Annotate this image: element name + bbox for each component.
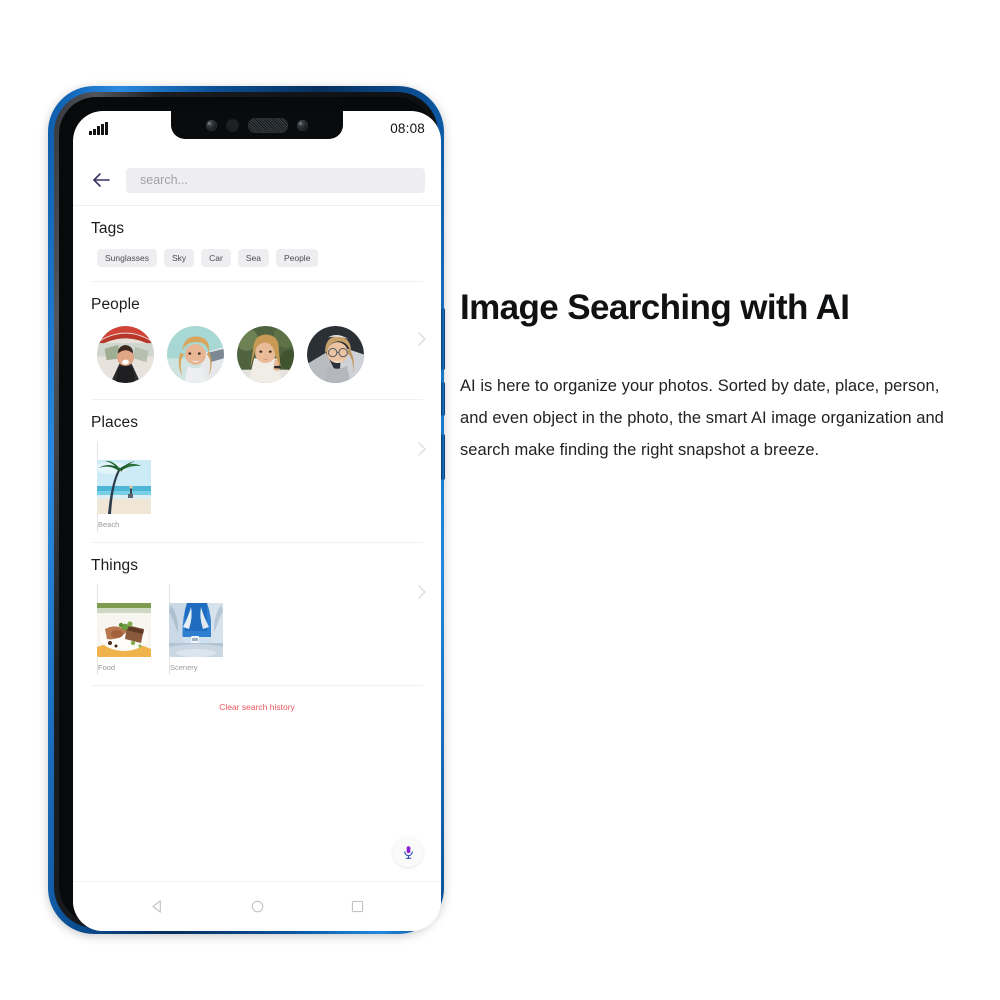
section-title-tags: Tags <box>91 220 125 237</box>
marketing-copy: Image Searching with AI AI is here to or… <box>460 288 960 466</box>
tag-chip[interactable]: Sunglasses <box>97 249 157 267</box>
copy-body: AI is here to organize your photos. Sort… <box>460 377 944 459</box>
secondary-camera-icon <box>297 119 308 131</box>
section-title-places: Places <box>91 414 139 431</box>
person-avatar-4[interactable] <box>307 326 364 383</box>
person-avatar-1[interactable] <box>97 326 154 383</box>
tag-chip[interactable]: People <box>275 249 319 267</box>
back-arrow-icon[interactable] <box>89 167 115 193</box>
phone-screen: 08:08 search... Tags Sunglasses Sky Car … <box>73 111 441 931</box>
phone-inner-bezel: 08:08 search... Tags Sunglasses Sky Car … <box>59 97 441 931</box>
chevron-right-icon[interactable] <box>415 328 429 350</box>
things-tile-row: Food Scenery <box>91 575 423 685</box>
phone-device-frame: 08:08 search... Tags Sunglasses Sky Car … <box>48 86 445 934</box>
thing-tile-food[interactable]: Food <box>97 584 151 675</box>
nav-home-circle-icon[interactable] <box>243 893 271 921</box>
voice-search-button[interactable] <box>393 837 423 867</box>
thing-tile-label: Scenery <box>170 663 198 672</box>
copy-heading: Image Searching with AI <box>460 288 850 327</box>
places-tile-row: Beach <box>91 432 423 542</box>
people-avatar-row <box>91 314 423 399</box>
cellular-signal-icon <box>89 121 108 135</box>
status-bar-clock: 08:08 <box>390 120 425 136</box>
tag-chip[interactable]: Sky <box>163 249 195 267</box>
person-avatar-3[interactable] <box>237 326 294 383</box>
volume-up-button[interactable] <box>441 308 445 370</box>
display-notch <box>171 111 343 139</box>
section-title-things: Things <box>91 557 139 574</box>
section-title-people: People <box>91 296 140 313</box>
clear-search-history-button[interactable]: Clear search history <box>73 686 441 712</box>
android-navigation-bar <box>73 881 441 931</box>
earpiece-speaker-icon <box>248 117 288 133</box>
nav-recents-square-icon[interactable] <box>343 893 371 921</box>
phone-bezel: 08:08 search... Tags Sunglasses Sky Car … <box>54 92 441 931</box>
place-tile-beach[interactable]: Beach <box>97 441 151 532</box>
thing-tile-scenery[interactable]: Scenery <box>169 584 223 675</box>
thing-tile-label: Food <box>98 663 116 672</box>
chevron-right-icon[interactable] <box>415 438 429 460</box>
power-button[interactable] <box>441 434 445 480</box>
tag-chip[interactable]: Car <box>201 249 231 267</box>
search-home-content: Tags Sunglasses Sky Car Sea People Peopl… <box>73 206 441 879</box>
food-thumbnail <box>97 584 151 675</box>
tag-chip-list: Sunglasses Sky Car Sea People <box>91 238 423 281</box>
app-bar <box>73 159 441 201</box>
microphone-icon <box>403 845 413 859</box>
person-avatar-2[interactable] <box>167 326 224 383</box>
tag-chip[interactable]: Sea <box>237 249 269 267</box>
promo-page: 08:08 search... Tags Sunglasses Sky Car … <box>0 0 1000 1000</box>
section-tags: Tags Sunglasses Sky Car Sea People <box>73 206 441 281</box>
section-places: Places Beach <box>73 400 441 542</box>
front-camera-icon <box>206 119 217 131</box>
section-people: People <box>73 282 441 399</box>
beach-thumbnail <box>97 441 151 532</box>
volume-down-button[interactable] <box>441 382 445 416</box>
search-field-wrapper[interactable] <box>126 167 425 193</box>
search-input[interactable] <box>138 172 413 188</box>
chevron-right-icon[interactable] <box>415 581 429 603</box>
proximity-sensor-icon <box>226 118 239 132</box>
nav-back-triangle-icon[interactable] <box>143 893 171 921</box>
place-tile-label: Beach <box>98 520 120 529</box>
scenery-thumbnail <box>169 584 223 675</box>
section-things: Things Food Scenery <box>73 543 441 685</box>
